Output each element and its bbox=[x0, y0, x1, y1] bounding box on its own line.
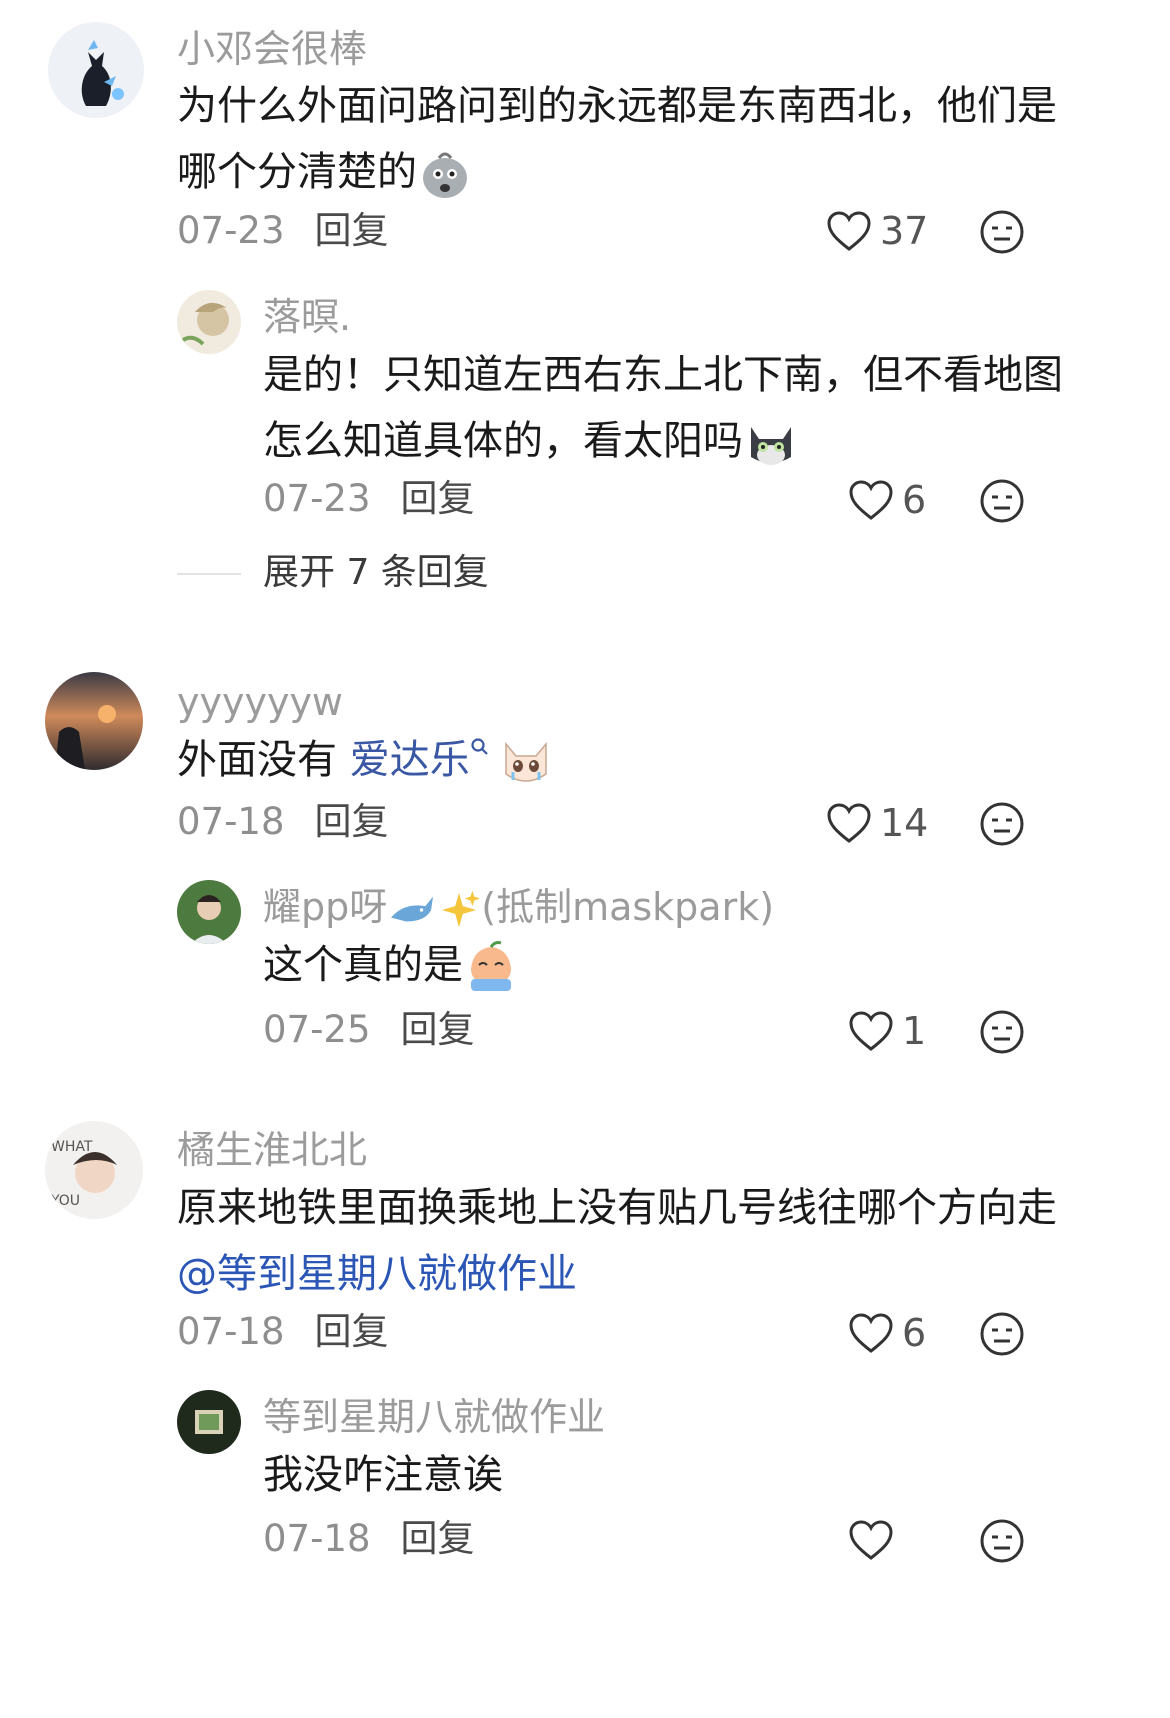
like-button[interactable]: 6 bbox=[848, 1310, 926, 1356]
like-button[interactable]: 1 bbox=[848, 1008, 926, 1054]
dislike-icon[interactable] bbox=[978, 1517, 1026, 1565]
comment-date: 07-23 bbox=[177, 209, 285, 252]
dislike-icon[interactable] bbox=[978, 800, 1026, 848]
reply-text: 这个真的是 bbox=[263, 932, 517, 998]
heart-icon bbox=[849, 1520, 893, 1560]
heart-icon bbox=[827, 803, 871, 843]
cat-face-emoji bbox=[751, 427, 791, 465]
reply-button[interactable]: 回复 bbox=[315, 800, 389, 843]
reply-text: 我没咋注意诶 bbox=[263, 1442, 503, 1508]
search-link-text: 爱达乐 bbox=[349, 737, 470, 783]
comment-text: 为什么外面问路问到的永远都是东南西北，他们是 哪个分清楚的 bbox=[177, 73, 1057, 205]
reply-date: 07-18 bbox=[263, 1517, 371, 1560]
reply-username[interactable]: 耀pp呀 (抵制maskpark) bbox=[263, 888, 774, 931]
reply-text-line: 我没咋注意诶 bbox=[263, 1452, 503, 1498]
mention-link[interactable]: @等到星期八就做作业 bbox=[177, 1241, 1057, 1307]
comment-text-line: 为什么外面问路问到的永远都是东南西北，他们是 bbox=[177, 83, 1057, 129]
heart-icon bbox=[849, 480, 893, 520]
reply-button[interactable]: 回复 bbox=[315, 209, 389, 252]
crying-peach-emoji bbox=[471, 941, 511, 991]
like-count: 1 bbox=[902, 1009, 927, 1053]
avatar[interactable] bbox=[45, 672, 143, 770]
reply-text-line: 这个真的是 bbox=[263, 942, 463, 988]
svg-text:WHAT: WHAT bbox=[51, 1139, 93, 1155]
like-button[interactable]: 14 bbox=[826, 800, 928, 846]
like-count: 6 bbox=[902, 478, 927, 522]
like-count: 37 bbox=[880, 209, 929, 253]
reply-meta: 07-23 回复 bbox=[263, 480, 475, 517]
expand-replies-button[interactable]: 展开 7 条回复 bbox=[263, 555, 489, 591]
dislike-icon[interactable] bbox=[978, 1008, 1026, 1056]
comment-meta: 07-23 回复 bbox=[177, 212, 389, 249]
comment-date: 07-18 bbox=[177, 800, 285, 843]
comment-username[interactable]: 橘生淮北北 bbox=[177, 1131, 367, 1169]
comment-username[interactable]: 小邓会很棒 bbox=[177, 30, 367, 68]
avatar[interactable]: WHAT YOU bbox=[45, 1121, 143, 1219]
search-link[interactable]: 爱达乐 bbox=[350, 737, 490, 783]
avatar[interactable] bbox=[177, 290, 241, 354]
reply-button[interactable]: 回复 bbox=[401, 477, 475, 520]
reply-text: 是的！只知道左西右东上北下南，但不看地图 怎么知道具体的，看太阳吗 bbox=[263, 342, 1063, 474]
divider bbox=[177, 573, 241, 575]
reply-username-main: 耀pp呀 bbox=[263, 885, 388, 929]
comment-meta: 07-18 回复 bbox=[177, 1313, 389, 1350]
reply-username[interactable]: 等到星期八就做作业 bbox=[263, 1398, 605, 1436]
reply-button[interactable]: 回复 bbox=[401, 1008, 475, 1051]
reply-text-line: 是的！只知道左西右东上北下南，但不看地图 bbox=[263, 352, 1063, 398]
like-button[interactable] bbox=[848, 1517, 902, 1563]
reply-meta: 07-25 回复 bbox=[263, 1011, 475, 1048]
reply-button[interactable]: 回复 bbox=[401, 1517, 475, 1560]
reply-date: 07-25 bbox=[263, 1008, 371, 1051]
sparkles-emoji bbox=[442, 890, 481, 927]
heart-icon bbox=[849, 1011, 893, 1051]
reply-meta: 07-18 回复 bbox=[263, 1520, 475, 1557]
comment-text-line: 原来地铁里面换乘地上没有贴几号线往哪个方向走 bbox=[177, 1185, 1057, 1231]
comment-text: 原来地铁里面换乘地上没有贴几号线往哪个方向走 @等到星期八就做作业 bbox=[177, 1175, 1057, 1307]
svg-text:YOU: YOU bbox=[50, 1193, 80, 1209]
reply-date: 07-23 bbox=[263, 477, 371, 520]
reply-username-suffix: (抵制maskpark) bbox=[481, 885, 775, 929]
heart-icon bbox=[827, 211, 871, 251]
dolphin-emoji bbox=[391, 896, 434, 921]
shocked-face-emoji bbox=[423, 152, 467, 198]
reply-button[interactable]: 回复 bbox=[315, 1310, 389, 1353]
heart-icon bbox=[849, 1313, 893, 1353]
like-button[interactable]: 6 bbox=[848, 477, 926, 523]
like-count: 14 bbox=[880, 801, 929, 845]
comment-text-line: 哪个分清楚的 bbox=[177, 149, 417, 195]
like-count: 6 bbox=[902, 1311, 927, 1355]
dislike-icon[interactable] bbox=[978, 208, 1026, 256]
avatar[interactable] bbox=[177, 1390, 241, 1454]
avatar[interactable] bbox=[48, 22, 144, 118]
comment-username[interactable]: yyyyyyw bbox=[177, 683, 343, 721]
comment-text-prefix: 外面没有 bbox=[177, 737, 350, 783]
dislike-icon[interactable] bbox=[978, 1310, 1026, 1358]
reply-username[interactable]: 落暝. bbox=[263, 298, 351, 336]
crying-cat-emoji bbox=[504, 741, 547, 782]
dislike-icon[interactable] bbox=[978, 477, 1026, 525]
search-icon bbox=[471, 738, 488, 755]
comment-meta: 07-18 回复 bbox=[177, 803, 389, 840]
reply-text-line: 怎么知道具体的，看太阳吗 bbox=[263, 418, 743, 464]
avatar[interactable] bbox=[177, 880, 241, 944]
comment-text: 外面没有 爱达乐 bbox=[177, 727, 552, 793]
comment-date: 07-18 bbox=[177, 1310, 285, 1353]
like-button[interactable]: 37 bbox=[826, 208, 928, 254]
